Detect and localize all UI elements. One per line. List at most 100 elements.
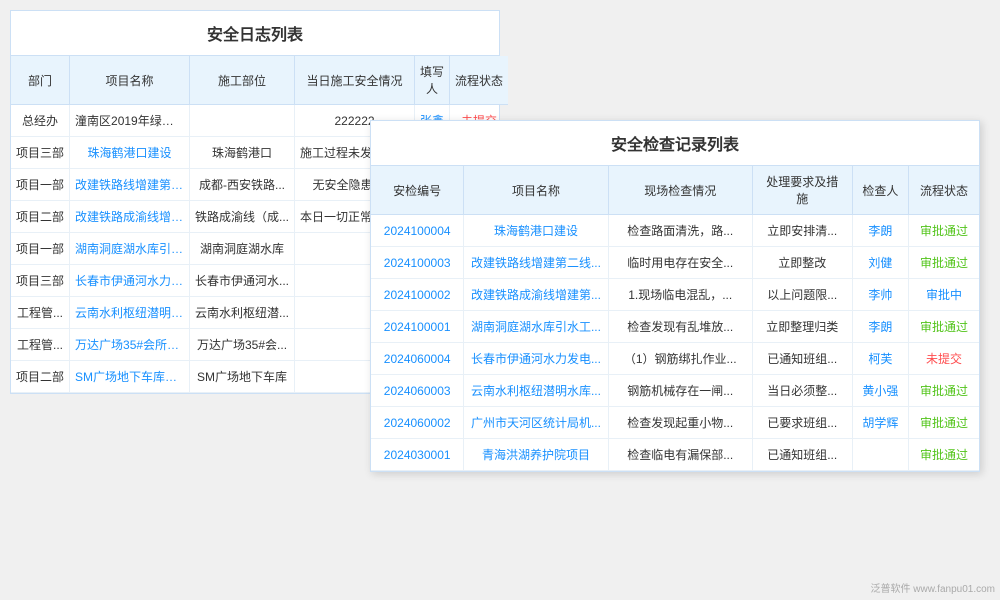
table-cell: （1）钢筋绑扎作业... bbox=[608, 343, 752, 375]
col-status: 流程状态 bbox=[450, 56, 509, 105]
table-cell[interactable]: 柯芙 bbox=[852, 343, 909, 375]
table-cell[interactable]: 青海洪湖养护院项目 bbox=[464, 439, 608, 471]
table-cell[interactable]: 2024100003 bbox=[371, 247, 464, 279]
table-cell: 审批通过 bbox=[909, 247, 979, 279]
table-cell[interactable]: 云南水利枢纽潜明水库一... bbox=[70, 297, 190, 329]
col-situation: 当日施工安全情况 bbox=[295, 56, 415, 105]
table-cell: 审批通过 bbox=[909, 311, 979, 343]
watermark: 泛普软件 www.fanpu01.com bbox=[871, 580, 996, 595]
table-cell[interactable]: 2024100002 bbox=[371, 279, 464, 311]
table-row: 2024060003云南水利枢纽潜明水库...钢筋机械存在一闸...当日必须整.… bbox=[371, 375, 979, 407]
table-cell: 湖南洞庭湖水库 bbox=[190, 233, 295, 265]
table-cell[interactable]: 2024060003 bbox=[371, 375, 464, 407]
table-cell: 项目二部 bbox=[11, 361, 70, 393]
table-cell: 项目一部 bbox=[11, 233, 70, 265]
table-cell[interactable]: SM广场地下车库更换摄... bbox=[70, 361, 190, 393]
table-cell: 检查路面清洗，路... bbox=[608, 215, 752, 247]
table-row: 2024100001湖南洞庭湖水库引水工...检查发现有乱堆放...立即整理归类… bbox=[371, 311, 979, 343]
col-project: 项目名称 bbox=[70, 56, 190, 105]
table-cell: 成都-西安铁路... bbox=[190, 169, 295, 201]
table-cell[interactable]: 2024100001 bbox=[371, 311, 464, 343]
col-inspector: 检查人 bbox=[852, 166, 909, 215]
table-cell[interactable]: 改建铁路线增建第二线直... bbox=[70, 169, 190, 201]
table-cell[interactable]: 改建铁路成渝线增建第... bbox=[464, 279, 608, 311]
table-cell[interactable]: 胡学辉 bbox=[852, 407, 909, 439]
table-cell: 1.现场临电混乱，... bbox=[608, 279, 752, 311]
table-row: 2024100002改建铁路成渝线增建第...1.现场临电混乱，...以上问题限… bbox=[371, 279, 979, 311]
right-table-body: 2024100004珠海鹤港口建设检查路面清洗，路...立即安排清...李朗审批… bbox=[371, 215, 979, 471]
right-table: 安检编号 项目名称 现场检查情况 处理要求及措施 检查人 流程状态 202410… bbox=[371, 166, 979, 471]
right-panel-title: 安全检查记录列表 bbox=[371, 121, 979, 166]
table-cell: 工程管... bbox=[11, 329, 70, 361]
table-cell: 以上问题限... bbox=[752, 279, 852, 311]
right-table-header: 安检编号 项目名称 现场检查情况 处理要求及措施 检查人 流程状态 bbox=[371, 166, 979, 215]
table-cell[interactable]: 李朗 bbox=[852, 215, 909, 247]
table-cell[interactable]: 李帅 bbox=[852, 279, 909, 311]
table-cell bbox=[190, 105, 295, 137]
table-cell: 工程管... bbox=[11, 297, 70, 329]
table-cell[interactable]: 改建铁路线增建第二线... bbox=[464, 247, 608, 279]
table-cell[interactable]: 刘健 bbox=[852, 247, 909, 279]
table-row: 2024060002广州市天河区统计局机...检查发现起重小物...已要求班组.… bbox=[371, 407, 979, 439]
table-cell: 总经办 bbox=[11, 105, 70, 137]
table-cell: 铁路成渝线（成... bbox=[190, 201, 295, 233]
table-cell: 检查发现有乱堆放... bbox=[608, 311, 752, 343]
table-cell: 当日必须整... bbox=[752, 375, 852, 407]
table-cell: 已通知班组... bbox=[752, 343, 852, 375]
table-cell: 临时用电存在安全... bbox=[608, 247, 752, 279]
table-cell: 审批通过 bbox=[909, 439, 979, 471]
table-cell[interactable]: 2024030001 bbox=[371, 439, 464, 471]
table-cell: SM广场地下车库 bbox=[190, 361, 295, 393]
table-cell: 立即安排清... bbox=[752, 215, 852, 247]
table-cell: 审批中 bbox=[909, 279, 979, 311]
right-panel: 安全检查记录列表 安检编号 项目名称 现场检查情况 处理要求及措施 检查人 流程… bbox=[370, 120, 980, 472]
table-cell: 检查发现起重小物... bbox=[608, 407, 752, 439]
col-writer: 填写人 bbox=[415, 56, 450, 105]
left-table-header: 部门 项目名称 施工部位 当日施工安全情况 填写人 流程状态 bbox=[11, 56, 508, 105]
table-cell[interactable]: 2024060002 bbox=[371, 407, 464, 439]
table-cell: 万达广场35#会... bbox=[190, 329, 295, 361]
table-cell: 已要求班组... bbox=[752, 407, 852, 439]
left-panel-title: 安全日志列表 bbox=[11, 11, 499, 56]
table-cell[interactable]: 2024060004 bbox=[371, 343, 464, 375]
table-cell: 长春市伊通河水... bbox=[190, 265, 295, 297]
table-cell[interactable]: 长春市伊通河水力发电... bbox=[464, 343, 608, 375]
col-situation: 现场检查情况 bbox=[608, 166, 752, 215]
table-row: 2024100003改建铁路线增建第二线...临时用电存在安全...立即整改刘健… bbox=[371, 247, 979, 279]
table-cell[interactable]: 万达广场35#会所及咖啡... bbox=[70, 329, 190, 361]
table-cell[interactable]: 长春市伊通河水力发电厂... bbox=[70, 265, 190, 297]
table-cell: 云南水利枢纽潜... bbox=[190, 297, 295, 329]
table-cell[interactable]: 珠海鹤港口建设 bbox=[464, 215, 608, 247]
table-cell: 立即整改 bbox=[752, 247, 852, 279]
table-row: 2024100004珠海鹤港口建设检查路面清洗，路...立即安排清...李朗审批… bbox=[371, 215, 979, 247]
table-cell bbox=[852, 439, 909, 471]
table-cell[interactable]: 云南水利枢纽潜明水库... bbox=[464, 375, 608, 407]
table-cell[interactable]: 李朗 bbox=[852, 311, 909, 343]
table-row: 2024030001青海洪湖养护院项目检查临电有漏保部...已通知班组... 审批… bbox=[371, 439, 979, 471]
table-cell: 钢筋机械存在一闸... bbox=[608, 375, 752, 407]
col-measures: 处理要求及措施 bbox=[752, 166, 852, 215]
table-cell: 项目三部 bbox=[11, 265, 70, 297]
table-cell[interactable]: 黄小强 bbox=[852, 375, 909, 407]
col-id: 安检编号 bbox=[371, 166, 464, 215]
table-cell[interactable]: 珠海鹤港口建设 bbox=[70, 137, 190, 169]
table-cell: 潼南区2019年绿化补贴项... bbox=[70, 105, 190, 137]
table-cell[interactable]: 改建铁路成渝线增建第二... bbox=[70, 201, 190, 233]
table-cell[interactable]: 2024100004 bbox=[371, 215, 464, 247]
table-cell[interactable]: 湖南洞庭湖水库引水工... bbox=[464, 311, 608, 343]
col-location: 施工部位 bbox=[190, 56, 295, 105]
table-cell[interactable]: 湖南洞庭湖水库引水工程... bbox=[70, 233, 190, 265]
col-dept: 部门 bbox=[11, 56, 70, 105]
table-cell[interactable]: 广州市天河区统计局机... bbox=[464, 407, 608, 439]
table-cell: 已通知班组... bbox=[752, 439, 852, 471]
table-cell: 立即整理归类 bbox=[752, 311, 852, 343]
table-row: 2024060004长春市伊通河水力发电...（1）钢筋绑扎作业...已通知班组… bbox=[371, 343, 979, 375]
table-cell: 珠海鹤港口 bbox=[190, 137, 295, 169]
table-cell: 项目三部 bbox=[11, 137, 70, 169]
table-cell: 项目一部 bbox=[11, 169, 70, 201]
table-cell: 项目二部 bbox=[11, 201, 70, 233]
table-cell: 未提交 bbox=[909, 343, 979, 375]
table-cell: 检查临电有漏保部... bbox=[608, 439, 752, 471]
col-project: 项目名称 bbox=[464, 166, 608, 215]
col-status: 流程状态 bbox=[909, 166, 979, 215]
